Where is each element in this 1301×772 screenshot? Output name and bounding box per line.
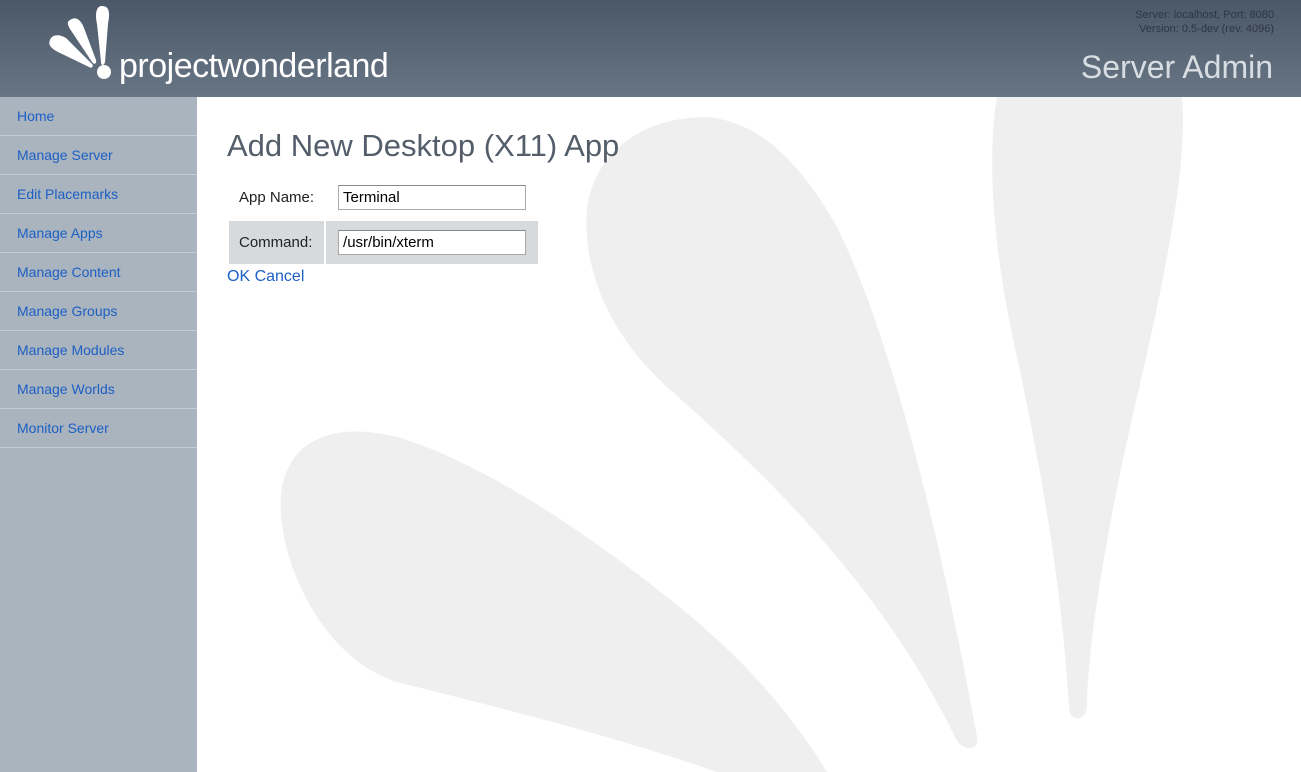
command-label: Command: [229, 221, 325, 264]
page-header-title: Server Admin [1080, 49, 1273, 85]
app-form: App Name: Command: [227, 174, 540, 266]
form-row-app-name: App Name: [229, 176, 538, 219]
sidebar: Home Manage Server Edit Placemarks Manag… [0, 97, 197, 772]
command-input[interactable] [338, 230, 527, 255]
logo-text: projectwonderland [119, 47, 389, 85]
sidebar-item-manage-apps[interactable]: Manage Apps [0, 214, 197, 253]
sidebar-item-edit-placemarks[interactable]: Edit Placemarks [0, 175, 197, 214]
sidebar-item-manage-groups[interactable]: Manage Groups [0, 292, 197, 331]
ok-link[interactable]: OK [227, 268, 250, 285]
app-name-label: App Name: [239, 189, 315, 206]
server-info: Server: localhost, Port: 8080 Version: 0… [1135, 8, 1274, 36]
app-name-input[interactable] [338, 185, 527, 210]
version-line: Version: 0.5-dev (rev. 4096) [1139, 23, 1274, 35]
header: projectwonderland Server: localhost, Por… [0, 0, 1301, 97]
sidebar-item-manage-server[interactable]: Manage Server [0, 136, 197, 175]
sidebar-item-manage-worlds[interactable]: Manage Worlds [0, 370, 197, 409]
sidebar-item-manage-modules[interactable]: Manage Modules [0, 331, 197, 370]
sidebar-item-monitor-server[interactable]: Monitor Server [0, 409, 197, 448]
logo-petals-icon [49, 6, 111, 79]
form-row-command: Command: [229, 221, 539, 264]
main-content: Add New Desktop (X11) App App Name: Comm… [227, 128, 619, 286]
sidebar-item-home[interactable]: Home [0, 97, 197, 136]
page-title: Add New Desktop (X11) App [227, 128, 620, 163]
cancel-link[interactable]: Cancel [255, 268, 305, 285]
form-actions: OK Cancel [227, 268, 619, 286]
sidebar-item-manage-content[interactable]: Manage Content [0, 253, 197, 292]
server-line: Server: localhost, Port: 8080 [1135, 9, 1274, 21]
